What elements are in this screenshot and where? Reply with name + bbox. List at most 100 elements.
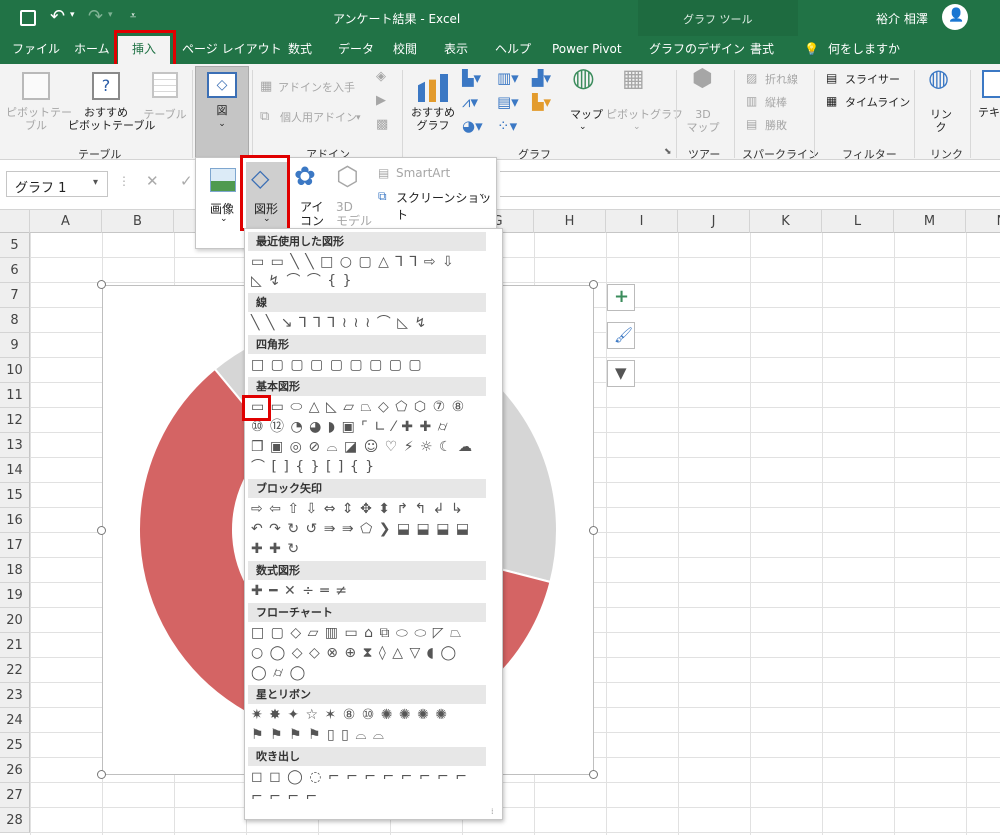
tab-review[interactable]: 校閲 bbox=[393, 36, 417, 64]
column-header[interactable]: L bbox=[822, 210, 894, 233]
sparkline-winloss-button[interactable]: 勝敗 bbox=[765, 119, 787, 132]
row-header[interactable]: 7 bbox=[0, 283, 30, 308]
row-header[interactable]: 11 bbox=[0, 383, 30, 408]
chart-styles-button[interactable]: 🖌 bbox=[607, 322, 635, 349]
formula-input[interactable] bbox=[500, 171, 1000, 197]
customize-qat-icon[interactable]: ⩡ bbox=[130, 9, 136, 23]
text-button[interactable]: テキ bbox=[978, 106, 1000, 119]
tell-me-search[interactable]: 何をしますか bbox=[828, 36, 900, 64]
shape-row[interactable]: ○ ◯ ◇ ◇ ⊗ ⊕ ⧗ ◊ △ ▽ ◖ ◯ bbox=[251, 644, 457, 663]
column-header[interactable]: K bbox=[750, 210, 822, 233]
shape-row[interactable]: ↶ ↷ ↻ ↺ ⇛ ⇛ ⬠ ❯ ⬓ ⬓ ⬓ ⬓ bbox=[251, 520, 470, 539]
chart-filters-button[interactable]: ▼ bbox=[607, 360, 635, 387]
column-header[interactable]: M bbox=[894, 210, 966, 233]
shape-row[interactable]: ❒ ▣ ◎ ⊘ ⌓ ◪ ☺ ♡ ⚡ ☼ ☾ ☁ bbox=[251, 438, 473, 457]
row-header[interactable]: 12 bbox=[0, 408, 30, 433]
shape-row[interactable]: ◻ ◻ ◯ ◌ ⌐ ⌐ ⌐ ⌐ ⌐ ⌐ ⌐ ⌐ bbox=[251, 768, 468, 787]
waterfall-chart-icon[interactable]: ▟▾ bbox=[532, 71, 551, 86]
redo-icon[interactable]: ↷ bbox=[88, 6, 103, 27]
resize-handle-nw[interactable] bbox=[97, 280, 106, 289]
slicer-button[interactable]: スライサー bbox=[845, 73, 900, 86]
name-box[interactable]: グラフ 1 ▾ bbox=[6, 171, 108, 197]
shape-row[interactable]: ⌐ ⌐ ⌐ ⌐ bbox=[251, 788, 318, 807]
get-addins-button[interactable]: アドインを入手 bbox=[278, 81, 355, 94]
shape-row[interactable]: □ ▢ ▢ ▢ ▢ ▢ ▢ ▢ ▢ bbox=[251, 356, 423, 375]
column-chart-icon[interactable]: ▙▾ bbox=[462, 71, 481, 86]
my-addins-dropdown-icon[interactable]: ▾ bbox=[356, 112, 361, 125]
tab-data[interactable]: データ bbox=[338, 36, 374, 64]
line-chart-icon[interactable]: ⩘▾ bbox=[462, 95, 478, 110]
column-header[interactable]: A bbox=[30, 210, 102, 233]
resize-handle-se[interactable] bbox=[589, 770, 598, 779]
pie-chart-icon[interactable]: ◕▾ bbox=[462, 119, 483, 134]
resize-grip-icon[interactable]: ⁞ bbox=[491, 807, 494, 816]
row-header[interactable]: 9 bbox=[0, 333, 30, 358]
column-header[interactable]: H bbox=[534, 210, 606, 233]
row-header[interactable]: 19 bbox=[0, 583, 30, 608]
shape-row[interactable]: ⇨ ⇦ ⇧ ⇩ ⇔ ⇕ ✥ ⬍ ↱ ↰ ↲ ↳ bbox=[251, 500, 464, 519]
row-header[interactable]: 28 bbox=[0, 808, 30, 833]
row-header[interactable]: 20 bbox=[0, 608, 30, 633]
shape-row[interactable]: ◯ ⌭ ◯ bbox=[251, 664, 306, 683]
chevron-down-icon[interactable]: ⌄ bbox=[478, 189, 486, 199]
chart-elements-button[interactable]: + bbox=[607, 284, 635, 311]
recommended-chart-button[interactable]: おすすめ グラフ bbox=[408, 106, 458, 132]
confirm-icon[interactable]: ✓ bbox=[180, 172, 193, 190]
shape-row[interactable]: □ ▢ ◇ ▱ ▥ ▭ ⌂ ⧉ ⬭ ⬭ ◸ ⏢ bbox=[251, 624, 462, 643]
row-header[interactable]: 26 bbox=[0, 758, 30, 783]
row-header[interactable]: 22 bbox=[0, 658, 30, 683]
cancel-icon[interactable]: ✕ bbox=[146, 172, 159, 190]
shape-row[interactable]: ╲ ╲ ↘ ⅂ ⅂ ⅂ ≀ ≀ ≀ ⌒ ◺ ↯ bbox=[251, 314, 427, 333]
3d-model-button[interactable]: 3D モデル bbox=[336, 200, 372, 228]
table-button[interactable]: テーブル bbox=[142, 108, 188, 121]
column-header[interactable]: I bbox=[606, 210, 678, 233]
scatter-chart-icon[interactable]: ⁘▾ bbox=[497, 119, 517, 134]
row-header[interactable]: 21 bbox=[0, 633, 30, 658]
hierarchy-chart-icon[interactable]: ▥▾ bbox=[497, 71, 519, 86]
resize-handle-sw[interactable] bbox=[97, 770, 106, 779]
pivot-chart-button[interactable]: ピボットグラフ bbox=[606, 108, 683, 121]
sparkline-line-button[interactable]: 折れ線 bbox=[765, 73, 798, 86]
row-header[interactable]: 5 bbox=[0, 233, 30, 258]
undo-dropdown-icon[interactable]: ▾ bbox=[70, 10, 75, 20]
visio-icon[interactable]: ◈ bbox=[376, 70, 386, 83]
chevron-down-icon[interactable]: ▾ bbox=[93, 177, 98, 188]
shape-row[interactable]: ⚑ ⚑ ⚑ ⚑ ▯ ▯ ⌓ ⌓ bbox=[251, 726, 385, 745]
smartart-button[interactable]: SmartArt bbox=[396, 166, 450, 180]
undo-icon[interactable]: ↶ bbox=[50, 6, 65, 27]
tab-page-layout[interactable]: ページ レイアウト bbox=[182, 36, 282, 64]
timeline-button[interactable]: タイムライン bbox=[845, 96, 910, 109]
select-all-corner[interactable] bbox=[0, 210, 30, 233]
tab-help[interactable]: ヘルプ bbox=[495, 36, 531, 64]
save-icon[interactable] bbox=[20, 10, 36, 26]
bing-icon[interactable]: ▶ bbox=[376, 94, 386, 107]
icons-button[interactable]: アイ コン bbox=[300, 200, 324, 228]
statistic-chart-icon[interactable]: ▤▾ bbox=[497, 95, 519, 110]
recommended-pivot-button[interactable]: おすすめ ピボットテーブル bbox=[68, 106, 155, 132]
my-addins-button[interactable]: 個人用アドイン bbox=[280, 111, 357, 124]
redo-dropdown-icon[interactable]: ▾ bbox=[108, 10, 113, 20]
shape-row[interactable]: ▭ ▭ ╲ ╲ □ ○ ▢ △ ⅂ ⅂ ⇨ ⇩ bbox=[251, 253, 455, 272]
tab-view[interactable]: 表示 bbox=[444, 36, 468, 64]
shape-row[interactable]: ◺ ↯ ⌒ ⌒ { } bbox=[251, 272, 353, 291]
row-header[interactable]: 16 bbox=[0, 508, 30, 533]
row-header[interactable]: 25 bbox=[0, 733, 30, 758]
shape-row[interactable]: ⌒ [ ] { } [ ] { } bbox=[251, 458, 375, 477]
chart-dialog-launcher-icon[interactable]: ⬊ bbox=[664, 146, 672, 159]
tab-chart-design[interactable]: グラフのデザイン bbox=[649, 36, 745, 64]
tab-home[interactable]: ホーム bbox=[74, 36, 110, 64]
row-header[interactable]: 8 bbox=[0, 308, 30, 333]
resize-handle-w[interactable] bbox=[97, 526, 106, 535]
row-header[interactable]: 14 bbox=[0, 458, 30, 483]
row-header[interactable]: 27 bbox=[0, 783, 30, 808]
tab-power-pivot[interactable]: Power Pivot bbox=[552, 36, 622, 64]
shape-row[interactable]: ✚ ✚ ↻ bbox=[251, 540, 300, 559]
row-header[interactable]: 15 bbox=[0, 483, 30, 508]
row-header[interactable]: 17 bbox=[0, 533, 30, 558]
shape-row[interactable]: ✷ ✸ ✦ ☆ ✶ ⑧ ⑩ ✺ ✺ ✺ ✺ bbox=[251, 706, 448, 725]
link-button[interactable]: リンク bbox=[926, 108, 956, 134]
row-header[interactable]: 6 bbox=[0, 258, 30, 283]
row-header[interactable]: 10 bbox=[0, 358, 30, 383]
map-chart-button[interactable]: マップ bbox=[570, 108, 603, 121]
combo-chart-icon[interactable]: ▙▾ bbox=[532, 95, 551, 110]
